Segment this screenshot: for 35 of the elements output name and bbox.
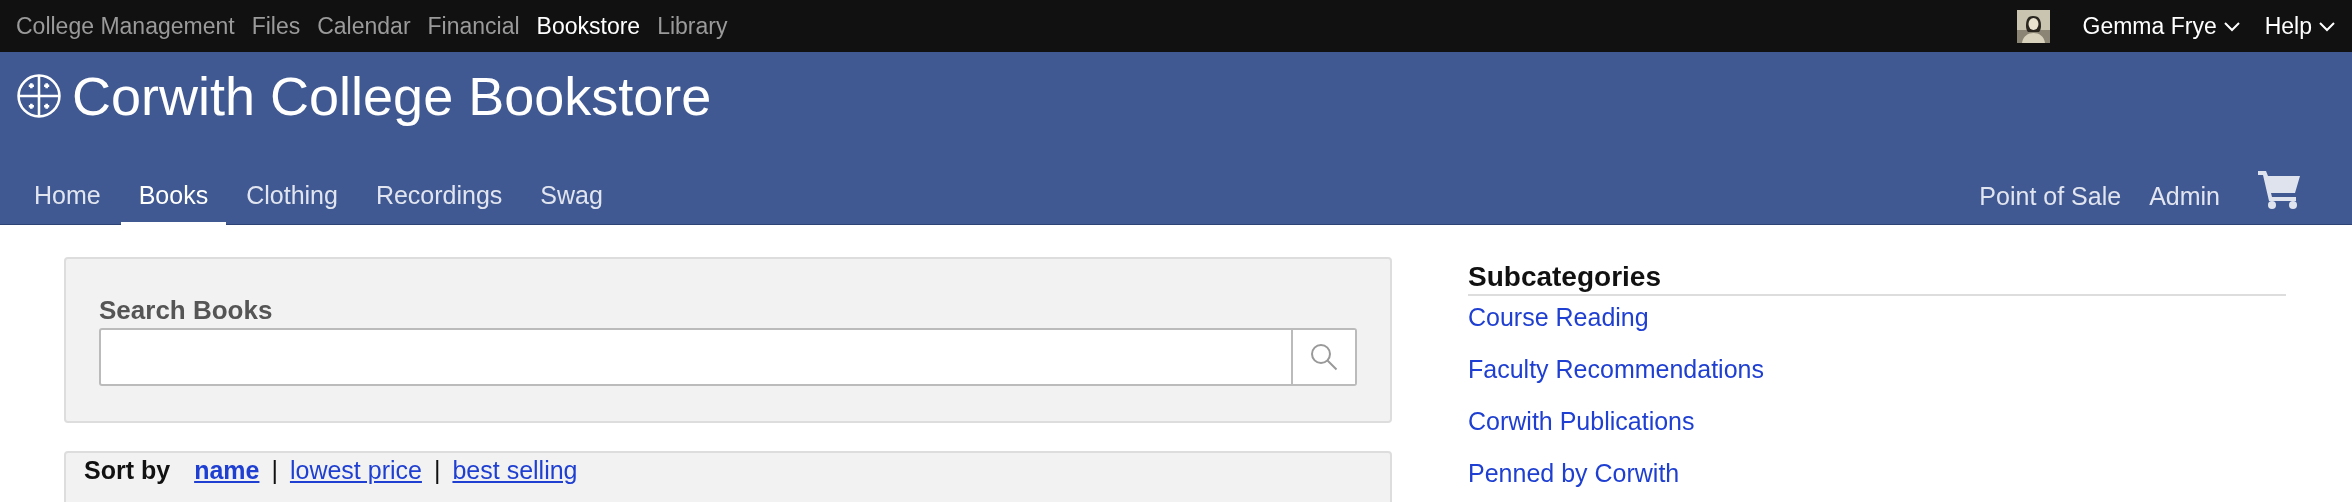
caret-icon (2222, 20, 2241, 32)
app-link[interactable]: Bookstore (536, 12, 641, 40)
sort-label: Sort by (84, 455, 171, 485)
nav-tab[interactable]: Swag (522, 181, 621, 225)
search-field[interactable] (99, 328, 1357, 386)
app-link[interactable]: Files (251, 12, 301, 40)
globe-icon (16, 73, 62, 119)
sort-link[interactable]: name (194, 455, 260, 485)
nav-tab[interactable]: Recordings (357, 181, 521, 225)
nav-link[interactable]: Admin (2135, 182, 2234, 225)
nav-link[interactable]: Point of Sale (1965, 182, 2136, 225)
caret-icon (2318, 20, 2336, 32)
nav-tab[interactable]: Books (120, 181, 227, 225)
category-link[interactable]: Penned by Corwith (1468, 452, 1680, 494)
category-link[interactable]: Course Reading (1468, 296, 1649, 338)
nav-tab[interactable]: Home (16, 181, 119, 225)
category-link[interactable]: Faculty Recommendations (1468, 348, 1764, 390)
search-icon (1310, 343, 1338, 371)
app-link[interactable]: Calendar (317, 12, 411, 40)
sort-link[interactable]: lowest price (289, 455, 422, 485)
sidebar-heading: Subcategories (1468, 261, 2286, 296)
site-title: Corwith College Bookstore (72, 65, 712, 127)
app-link[interactable]: College Management (16, 12, 235, 40)
user-menu[interactable]: Gemma Frye (2082, 12, 2241, 40)
separator: | (433, 455, 441, 485)
sort-link[interactable]: best selling (452, 455, 578, 485)
app-link[interactable]: Library (657, 12, 728, 40)
cart-icon[interactable] (2258, 171, 2302, 209)
category-link[interactable]: Corwith Publications (1468, 400, 1695, 442)
help-menu[interactable]: Help (2264, 12, 2336, 40)
nav-tab[interactable]: Clothing (228, 181, 356, 225)
separator: | (271, 455, 278, 485)
search-button[interactable] (1291, 330, 1355, 384)
app-link[interactable]: Financial (427, 12, 520, 40)
search-label: Search Books (99, 295, 274, 326)
